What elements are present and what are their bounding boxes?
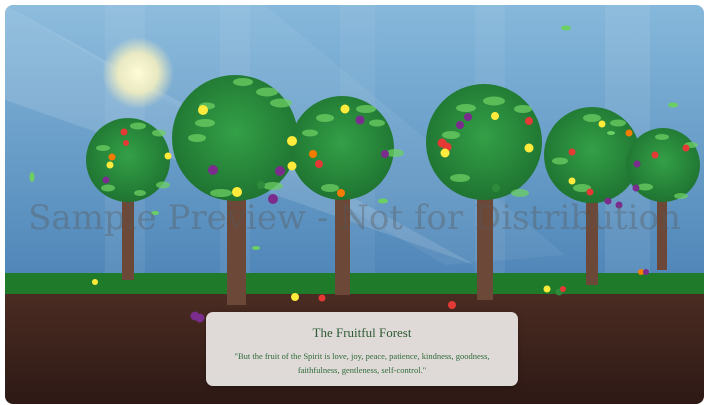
verse-title: The Fruitful Forest	[312, 325, 412, 340]
sun-glow	[102, 37, 174, 109]
tree-trunk	[657, 190, 667, 270]
tree-trunk	[477, 190, 493, 300]
tree-trunk	[122, 190, 134, 280]
tree-trunk	[335, 190, 350, 295]
grass	[5, 273, 704, 295]
verse-text: "But the fruit of the Spirit is love, jo…	[234, 351, 490, 375]
tree-trunk	[586, 190, 598, 285]
tree-trunk	[227, 190, 246, 305]
verse-card: The Fruitful Forest "But the fruit of th…	[206, 312, 518, 386]
